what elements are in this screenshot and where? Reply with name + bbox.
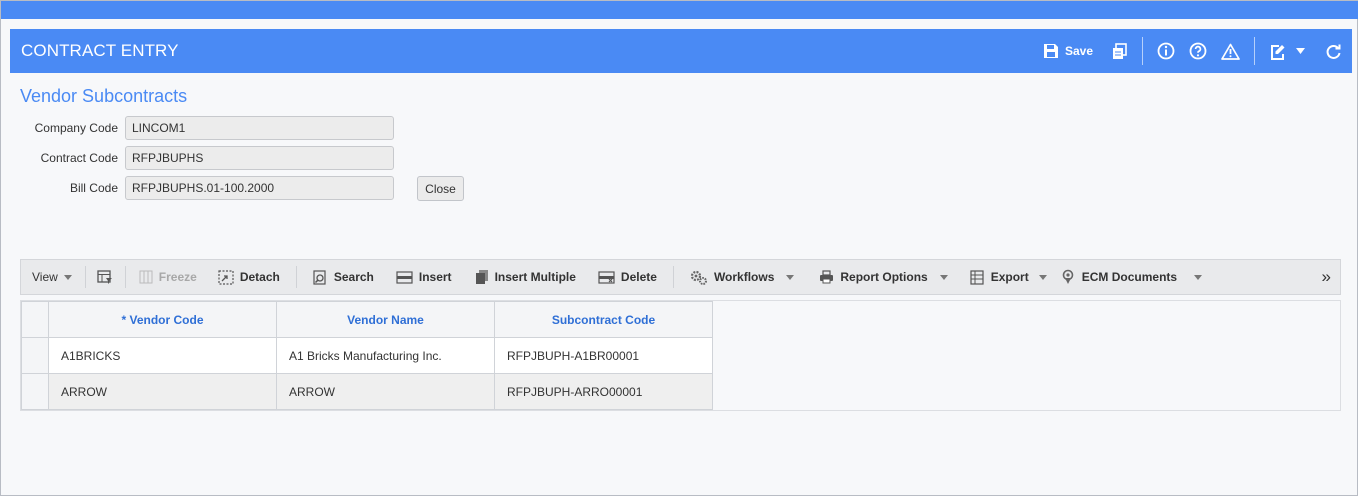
- contract-code-row: Contract Code RFPJBUPHS: [1, 146, 394, 170]
- subcontract-code-cell[interactable]: RFPJBUPH-ARRO00001: [494, 373, 713, 410]
- save-label: Save: [1064, 44, 1093, 58]
- column-header-vendor-name[interactable]: Vendor Name: [276, 301, 495, 338]
- info-icon: [1157, 42, 1175, 60]
- table-row[interactable]: ARROW ARROW RFPJBUPH-ARRO00001: [21, 373, 713, 410]
- company-code-label: Company Code: [34, 121, 118, 135]
- grid-table: * Vendor Code Vendor Name Subcontract Co…: [21, 301, 713, 410]
- chevron-down-icon: [1296, 48, 1305, 54]
- spreadsheet-icon: [970, 269, 985, 285]
- company-code-field[interactable]: LINCOM1: [125, 116, 394, 140]
- view-label: View: [32, 270, 58, 284]
- insert-button[interactable]: Insert: [396, 270, 452, 284]
- more-tools-button[interactable]: »: [1322, 267, 1331, 287]
- ecm-documents-menu[interactable]: ECM Documents: [1061, 269, 1203, 285]
- chevron-down-icon: [1038, 274, 1047, 280]
- vendor-code-cell[interactable]: A1BRICKS: [48, 337, 277, 374]
- refresh-button[interactable]: [1325, 43, 1342, 60]
- workflows-label: Workflows: [713, 270, 775, 284]
- page-title: CONTRACT ENTRY: [21, 41, 179, 60]
- header-divider: [1142, 37, 1143, 65]
- contract-code-field[interactable]: RFPJBUPHS: [125, 146, 394, 170]
- company-code-row: Company Code LINCOM1: [1, 116, 394, 140]
- edit-menu-button[interactable]: [1269, 43, 1305, 60]
- ecm-documents-label: ECM Documents: [1081, 270, 1178, 284]
- copy-icon: [1111, 42, 1128, 60]
- double-chevron-right-icon: »: [1321, 267, 1331, 286]
- chevron-down-icon: [939, 274, 948, 280]
- vendor-name-cell[interactable]: A1 Bricks Manufacturing Inc.: [276, 337, 495, 374]
- close-button[interactable]: Close: [417, 176, 464, 201]
- export-menu[interactable]: Export: [970, 269, 1047, 285]
- insert-multiple-icon: [475, 269, 489, 285]
- vendor-name-cell[interactable]: ARROW: [276, 373, 495, 410]
- filter-columns-icon: [97, 269, 113, 285]
- freeze-icon: [139, 270, 153, 284]
- toolbar-divider: [124, 266, 126, 288]
- view-menu[interactable]: View: [32, 270, 72, 284]
- vendor-subcontracts-grid: * Vendor Code Vendor Name Subcontract Co…: [20, 300, 1341, 411]
- bill-code-label: Bill Code: [69, 181, 118, 195]
- warning-button[interactable]: [1221, 43, 1240, 60]
- toolbar-divider: [84, 266, 86, 288]
- header-divider-2: [1254, 37, 1255, 65]
- detach-button[interactable]: Detach: [218, 269, 280, 285]
- chevron-down-icon: [1194, 274, 1203, 280]
- delete-button[interactable]: Delete: [598, 270, 657, 284]
- detach-icon: [218, 269, 234, 285]
- column-header-subcontract-code[interactable]: Subcontract Code: [494, 301, 713, 338]
- chevron-down-icon: [63, 274, 72, 280]
- grid-toolbar: View Freeze Detach Search Insert Insert …: [20, 259, 1341, 295]
- column-header-vendor-code[interactable]: * Vendor Code: [48, 301, 277, 338]
- top-strip: [1, 1, 1358, 19]
- insert-multiple-button[interactable]: Insert Multiple: [475, 269, 576, 285]
- bill-code-row: Bill Code RFPJBUPHS.01-100.2000: [1, 176, 394, 200]
- printer-icon: [819, 270, 834, 284]
- search-button[interactable]: Search: [313, 269, 374, 285]
- page-header: CONTRACT ENTRY Save: [10, 29, 1352, 73]
- delete-row-icon: [598, 270, 615, 284]
- grid-header-row: * Vendor Code Vendor Name Subcontract Co…: [21, 301, 713, 338]
- bill-code-field[interactable]: RFPJBUPHS.01-100.2000: [125, 176, 394, 200]
- save-button[interactable]: Save: [1043, 43, 1093, 59]
- header-tools: Save: [1029, 29, 1352, 73]
- row-selector-header[interactable]: [21, 301, 49, 338]
- floppy-icon: [1043, 43, 1059, 59]
- chevron-down-icon: [786, 274, 795, 280]
- vendor-code-cell[interactable]: ARROW: [48, 373, 277, 410]
- help-icon: [1189, 42, 1207, 60]
- search-label: Search: [333, 270, 374, 284]
- insert-multiple-label: Insert Multiple: [494, 270, 576, 284]
- row-selector[interactable]: [21, 373, 49, 410]
- print-button[interactable]: [1111, 42, 1128, 60]
- workflows-menu[interactable]: Workflows: [690, 270, 795, 285]
- table-row[interactable]: A1BRICKS A1 Bricks Manufacturing Inc. RF…: [21, 337, 713, 374]
- detach-label: Detach: [239, 270, 280, 284]
- toolbar-divider: [295, 266, 297, 288]
- toolbar-divider: [672, 266, 674, 288]
- gears-icon: [690, 270, 708, 285]
- document-pin-icon: [1061, 269, 1076, 285]
- row-selector[interactable]: [21, 337, 49, 374]
- insert-label: Insert: [418, 270, 452, 284]
- contract-code-label: Contract Code: [40, 151, 118, 165]
- column-filter-button[interactable]: [97, 269, 119, 285]
- refresh-icon: [1325, 43, 1342, 60]
- search-icon: [313, 269, 328, 285]
- warning-icon: [1221, 43, 1240, 60]
- section-title: Vendor Subcontracts: [20, 86, 188, 106]
- edit-icon: [1269, 43, 1286, 60]
- help-button[interactable]: [1189, 42, 1207, 60]
- info-button[interactable]: [1157, 42, 1175, 60]
- insert-row-icon: [396, 270, 413, 284]
- report-options-label: Report Options: [840, 270, 928, 284]
- subcontract-code-cell[interactable]: RFPJBUPH-A1BR00001: [494, 337, 713, 374]
- freeze-label: Freeze: [158, 270, 197, 284]
- export-label: Export: [990, 270, 1029, 284]
- report-options-menu[interactable]: Report Options: [819, 270, 948, 284]
- freeze-button[interactable]: Freeze: [139, 270, 197, 284]
- delete-label: Delete: [620, 270, 657, 284]
